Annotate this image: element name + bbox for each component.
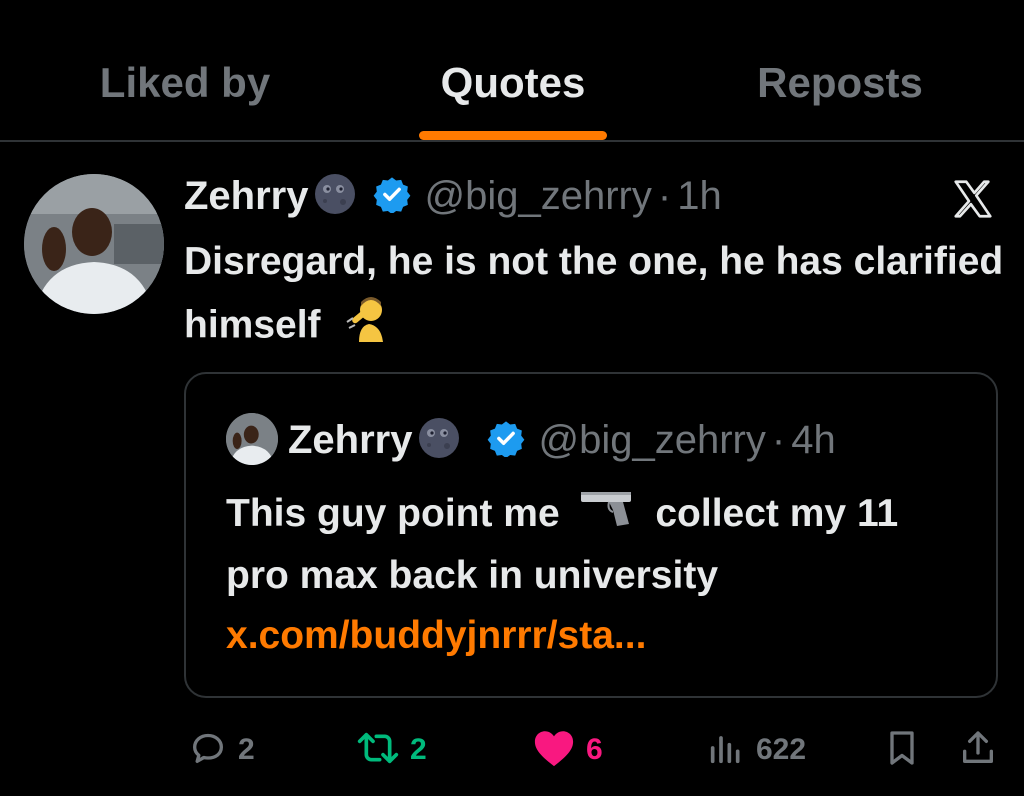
tweet-time[interactable]: 1h <box>677 174 722 219</box>
repost-count: 2 <box>410 733 427 766</box>
quoted-author-name: Zehrry <box>288 417 413 462</box>
views-button[interactable]: 622 <box>706 728 806 772</box>
heart-icon <box>532 728 576 773</box>
tab-reposts[interactable]: Reposts <box>730 56 950 110</box>
views-count: 622 <box>756 733 807 766</box>
new-moon-face-icon <box>417 416 461 465</box>
like-count: 6 <box>586 733 603 766</box>
like-button[interactable]: 6 <box>532 728 603 772</box>
share-icon <box>958 728 998 773</box>
tab-liked-by[interactable]: Liked by <box>70 56 300 110</box>
separator-dot: · <box>771 417 786 462</box>
bookmark-button[interactable] <box>882 728 922 772</box>
views-icon <box>706 728 746 773</box>
quoted-tweet-header: Zehrry @big_zehrry · 4h <box>288 414 836 466</box>
tab-divider <box>0 140 1024 142</box>
reply-count: 2 <box>238 733 255 766</box>
reply-button[interactable]: 2 <box>188 728 255 772</box>
avatar[interactable] <box>24 174 164 314</box>
tab-quotes[interactable]: Quotes <box>402 56 624 110</box>
pistol-icon <box>579 486 637 546</box>
tweet-text: Disregard, he is not the one, he has cla… <box>184 232 1004 362</box>
quoted-author-handle: @big_zehrry <box>538 417 766 462</box>
new-moon-face-icon <box>313 172 357 221</box>
share-button[interactable] <box>958 728 998 772</box>
author-name[interactable]: Zehrry <box>184 174 309 219</box>
tab-bar: Liked by Quotes Reposts <box>0 0 1024 140</box>
bookmark-icon <box>882 728 922 773</box>
repost-button[interactable]: 2 <box>356 728 427 772</box>
person-saluting-icon <box>345 292 393 362</box>
tweet-header: Zehrry @big_zehrry · 1h <box>184 170 722 222</box>
verified-badge-icon <box>373 175 411 218</box>
repost-icon <box>356 728 400 773</box>
quoted-tweet-link[interactable]: x.com/buddyjnrrr/sta... <box>226 606 646 666</box>
author-handle[interactable]: @big_zehrry <box>425 174 652 219</box>
quoted-tweet-time: 4h <box>791 417 836 462</box>
x-logo-icon <box>950 176 996 222</box>
active-tab-indicator <box>419 131 607 140</box>
separator-dot: · <box>657 173 672 218</box>
tweet-body: Disregard, he is not the one, he has cla… <box>184 240 1004 347</box>
quoted-tweet-text: This guy point me collect my 11 pro max … <box>226 484 966 606</box>
verified-badge-icon <box>487 419 525 462</box>
reply-icon <box>188 728 228 773</box>
quoted-text-part1: This guy point me <box>226 492 560 535</box>
quoted-avatar[interactable] <box>226 413 278 465</box>
